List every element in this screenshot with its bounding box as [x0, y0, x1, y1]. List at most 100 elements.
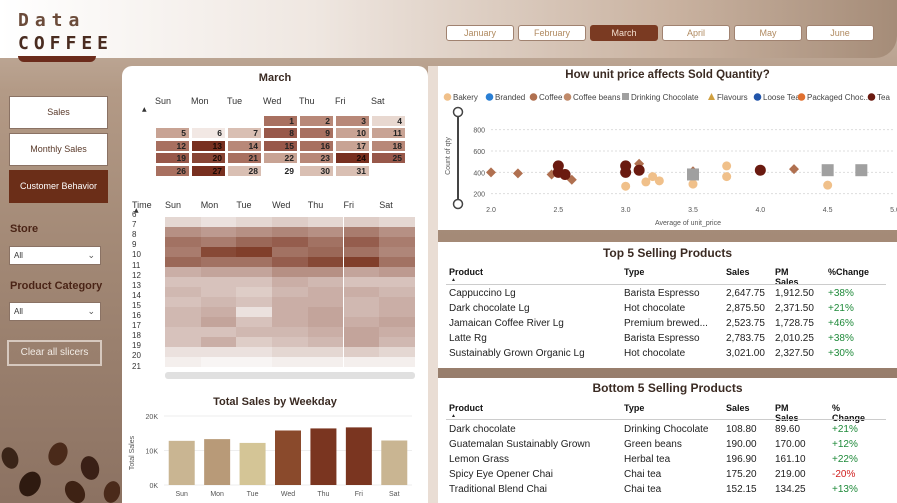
- heatmap-cell[interactable]: [343, 247, 380, 257]
- calendar-day-cell[interactable]: 31: [335, 164, 370, 177]
- heatmap-cell[interactable]: [379, 297, 415, 307]
- calendar-day-cell[interactable]: 12: [155, 139, 190, 152]
- heatmap-cell[interactable]: [307, 217, 344, 227]
- store-dropdown[interactable]: All ⌄: [9, 246, 101, 265]
- heatmap-cell[interactable]: [236, 277, 273, 287]
- heatmap-cell[interactable]: [200, 297, 237, 307]
- table-row[interactable]: Spicy Eye Opener Chai Chai tea 175.20 219.0…: [438, 469, 897, 484]
- heatmap-cell[interactable]: [343, 257, 380, 267]
- heatmap-cell[interactable]: [200, 247, 237, 257]
- heatmap-cell[interactable]: [307, 307, 344, 317]
- heatmap-cell[interactable]: [272, 297, 308, 307]
- legend-label[interactable]: Bakery: [453, 93, 478, 102]
- calendar-day-cell[interactable]: [155, 115, 190, 127]
- heatmap-cell[interactable]: [272, 217, 308, 227]
- heatmap-cell[interactable]: [200, 287, 237, 297]
- heatmap-scrollbar[interactable]: [165, 372, 415, 379]
- table-header[interactable]: Product: [449, 267, 483, 277]
- scatter-point[interactable]: [688, 179, 698, 189]
- month-button-june[interactable]: June: [806, 25, 874, 41]
- heatmap-cell[interactable]: [379, 267, 415, 277]
- heatmap-cell[interactable]: [379, 227, 415, 237]
- calendar-day-cell[interactable]: 21: [227, 152, 262, 165]
- calendar-day-cell[interactable]: [191, 115, 226, 127]
- heatmap-cell[interactable]: [379, 357, 415, 367]
- heatmap-cell[interactable]: [343, 347, 380, 357]
- legend-label[interactable]: Loose Tea: [763, 93, 800, 102]
- product-category-dropdown[interactable]: All ⌄: [9, 302, 101, 321]
- scatter-point[interactable]: [823, 180, 833, 190]
- weekday-bar[interactable]: [239, 442, 266, 485]
- legend-label[interactable]: Tea: [877, 93, 890, 102]
- table-row[interactable]: Dark chocolate Lg Hot chocolate 2,875.50 2,…: [438, 303, 897, 318]
- calendar-day-cell[interactable]: 19: [155, 152, 190, 165]
- heatmap-cell[interactable]: [307, 347, 344, 357]
- table-row[interactable]: Sustainably Grown Organic Lg Hot chocolat…: [438, 348, 897, 363]
- heatmap-cell[interactable]: [236, 217, 273, 227]
- heatmap-cell[interactable]: [236, 247, 273, 257]
- heatmap-cell[interactable]: [272, 247, 308, 257]
- calendar-day-cell[interactable]: 25: [371, 152, 406, 165]
- heatmap-cell[interactable]: [236, 267, 273, 277]
- heatmap-cell[interactable]: [379, 317, 415, 327]
- heatmap-cell[interactable]: [272, 267, 308, 277]
- nav-customer-behavior-button[interactable]: Customer Behavior: [9, 170, 108, 203]
- heatmap-cell[interactable]: [236, 297, 273, 307]
- heatmap-cell[interactable]: [272, 327, 308, 337]
- heatmap-cell[interactable]: [165, 227, 201, 237]
- heatmap-cell[interactable]: [307, 267, 344, 277]
- calendar-day-cell[interactable]: 6: [191, 127, 226, 140]
- heatmap-cell[interactable]: [343, 287, 380, 297]
- scatter-point[interactable]: [687, 168, 699, 181]
- calendar-day-cell[interactable]: 26: [155, 164, 190, 177]
- heatmap-cell[interactable]: [307, 337, 344, 347]
- heatmap-cell[interactable]: [307, 317, 344, 327]
- heatmap-cell[interactable]: [200, 217, 237, 227]
- heatmap-cell[interactable]: [165, 267, 201, 277]
- slider-handle[interactable]: [452, 198, 464, 210]
- heatmap-cell[interactable]: [379, 327, 415, 337]
- heatmap-cell[interactable]: [272, 277, 308, 287]
- heatmap-cell[interactable]: [272, 317, 308, 327]
- calendar-day-cell[interactable]: 1: [263, 115, 298, 127]
- nav-sales-button[interactable]: Sales: [9, 96, 108, 129]
- table-row[interactable]: Jamaican Coffee River Lg Premium brewed..…: [438, 318, 897, 333]
- heatmap-cell[interactable]: [236, 347, 273, 357]
- heatmap-cell[interactable]: [236, 357, 273, 367]
- table-row[interactable]: Lemon Grass Herbal tea 196.90 161.10 +22%: [438, 454, 897, 469]
- heatmap-cell[interactable]: [165, 297, 201, 307]
- heatmap-cell[interactable]: [379, 277, 415, 287]
- heatmap-cell[interactable]: [200, 227, 237, 237]
- heatmap-cell[interactable]: [272, 257, 308, 267]
- heatmap-cell[interactable]: [379, 347, 415, 357]
- heatmap-cell[interactable]: [165, 247, 201, 257]
- calendar-day-cell[interactable]: 18: [371, 139, 406, 152]
- heatmap-cell[interactable]: [307, 277, 344, 287]
- heatmap-cell[interactable]: [272, 227, 308, 237]
- slider-handle[interactable]: [452, 106, 464, 118]
- month-button-may[interactable]: May: [734, 25, 802, 41]
- heatmap-cell[interactable]: [165, 277, 201, 287]
- table-row[interactable]: Traditional Blend Chai Chai tea 152.15 134.…: [438, 484, 897, 499]
- heatmap-cell[interactable]: [236, 287, 273, 297]
- scatter-point[interactable]: [621, 181, 631, 191]
- calendar-day-cell[interactable]: 30: [299, 164, 334, 177]
- heatmap-cell[interactable]: [307, 357, 344, 367]
- month-button-march[interactable]: March: [590, 25, 658, 41]
- heatmap-cell[interactable]: [272, 357, 308, 367]
- clear-slicers-button[interactable]: Clear all slicers: [7, 340, 102, 366]
- weekday-bar[interactable]: [204, 439, 231, 485]
- heatmap-cell[interactable]: [307, 247, 344, 257]
- heatmap-cell[interactable]: [200, 337, 237, 347]
- scatter-point[interactable]: [486, 167, 496, 178]
- calendar-day-cell[interactable]: 9: [299, 127, 334, 140]
- heatmap-cell[interactable]: [200, 267, 237, 277]
- heatmap-cell[interactable]: [236, 227, 273, 237]
- calendar-day-cell[interactable]: 23: [299, 152, 334, 165]
- scatter-point[interactable]: [855, 164, 868, 177]
- calendar-day-cell[interactable]: 7: [227, 127, 262, 140]
- heatmap-cell[interactable]: [165, 287, 201, 297]
- table-header[interactable]: PM Sales: [775, 403, 799, 423]
- heatmap-cell[interactable]: [165, 347, 201, 357]
- table-row[interactable]: Guatemalan Sustainably Grown Green beans 1…: [438, 439, 897, 454]
